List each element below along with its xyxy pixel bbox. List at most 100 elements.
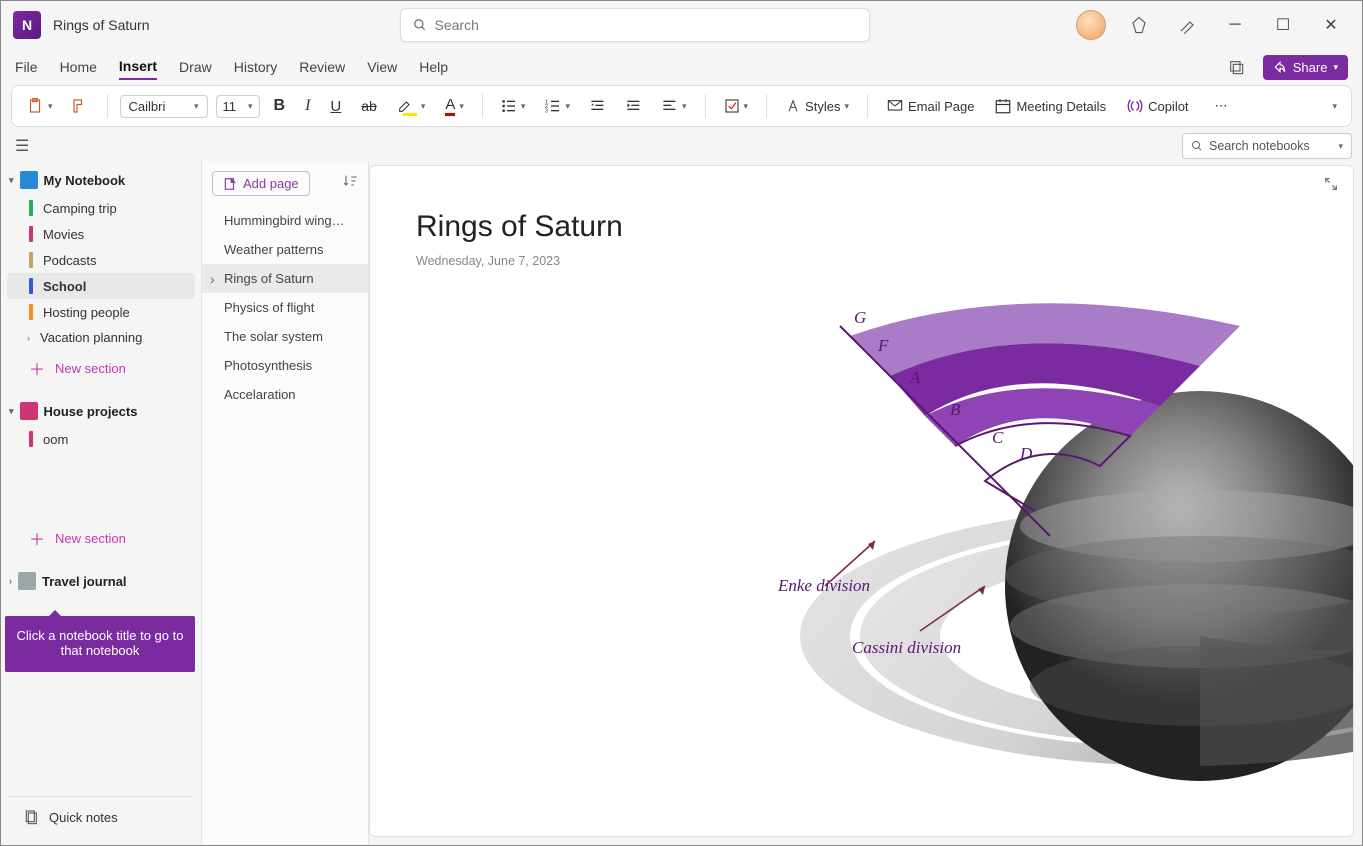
sort-pages-button[interactable] [342, 173, 358, 194]
saturn-illustration: G F A B C D Enke division Cassini divisi… [760, 286, 1354, 837]
numbering-button[interactable]: 123▾ [539, 94, 576, 118]
section-hosting-people[interactable]: Hosting people [1, 299, 201, 325]
menu-home[interactable]: Home [60, 55, 97, 79]
section-camping-trip[interactable]: Camping trip [1, 195, 201, 221]
font-color-button[interactable]: A▾ [439, 92, 470, 120]
page-date: Wednesday, June 7, 2023 [370, 248, 1353, 268]
fullscreen-icon[interactable] [1323, 176, 1339, 197]
notebook-name: House projects [44, 404, 138, 419]
ribbon-toolbar: ▾ Cailbri▾ 11▾ B I U ab ▾ A▾ ▾ 123▾ ▾ ▾ … [11, 85, 1352, 127]
font-select[interactable]: Cailbri▾ [120, 95, 208, 118]
minimize-button[interactable]: ─ [1220, 10, 1250, 40]
font-size-select[interactable]: 11▾ [216, 95, 260, 118]
menu-draw[interactable]: Draw [179, 55, 212, 79]
underline-button[interactable]: U [324, 94, 347, 119]
styles-button[interactable]: Styles▾ [779, 94, 855, 118]
section-truncated[interactable]: oom [1, 426, 201, 452]
menu-help[interactable]: Help [419, 55, 448, 79]
search-placeholder: Search [435, 17, 479, 33]
ring-label-g: G [854, 308, 866, 328]
title-bar: N Rings of Saturn Search ─ ☐ ✕ [1, 1, 1362, 49]
copilot-button[interactable]: Copilot [1120, 93, 1194, 119]
page-item[interactable]: The solar system [202, 322, 368, 351]
paste-button[interactable]: ▾ [20, 92, 59, 120]
search-box[interactable]: Search [400, 8, 870, 42]
notebook-header-my-notebook[interactable]: ▾ My Notebook [1, 161, 201, 195]
notebook-search-box[interactable]: Search notebooks ▾ [1182, 133, 1352, 159]
bold-button[interactable]: B [268, 93, 292, 119]
new-section-button[interactable]: ＋New section [1, 350, 201, 386]
more-options-button[interactable]: ⋯ [1209, 94, 1234, 118]
menu-history[interactable]: History [234, 55, 278, 79]
outdent-button[interactable] [584, 94, 612, 118]
menu-review[interactable]: Review [299, 55, 345, 79]
page-item[interactable]: Hummingbird wing… [202, 206, 368, 235]
onenote-app-icon: N [13, 11, 41, 39]
italic-button[interactable]: I [299, 93, 316, 119]
email-page-button[interactable]: Email Page [880, 94, 980, 118]
ring-label-b: B [950, 400, 960, 420]
share-label: Share [1293, 60, 1328, 75]
maximize-button[interactable]: ☐ [1268, 10, 1298, 40]
section-vacation-planning[interactable]: ›Vacation planning [1, 325, 201, 350]
ring-label-d: D [1020, 444, 1032, 464]
page-canvas[interactable]: Rings of Saturn Wednesday, June 7, 2023 [369, 165, 1354, 837]
share-button[interactable]: Share ▾ [1263, 55, 1348, 80]
notebook-icon [18, 572, 36, 590]
annotation-cassini: Cassini division [852, 638, 961, 658]
new-section-button-2[interactable]: ＋New section [1, 520, 201, 556]
align-button[interactable]: ▾ [656, 94, 693, 118]
sort-icon [342, 173, 358, 189]
sub-toolbar: ☰ Search notebooks ▾ [1, 131, 1362, 161]
section-movies[interactable]: Movies [1, 221, 201, 247]
open-in-new-window-icon[interactable] [1221, 52, 1251, 82]
menu-view[interactable]: View [367, 55, 397, 79]
indent-button[interactable] [620, 94, 648, 118]
strikethrough-button[interactable]: ab [355, 94, 383, 118]
main-layout: ▾ My Notebook Camping trip Movies Podcas… [1, 161, 1362, 845]
page-item[interactable]: Weather patterns [202, 235, 368, 264]
notebook-name: My Notebook [44, 173, 126, 188]
annotation-enke: Enke division [778, 576, 870, 596]
page-title[interactable]: Rings of Saturn [370, 166, 1353, 248]
notebook-sidebar: ▾ My Notebook Camping trip Movies Podcas… [1, 161, 201, 845]
notebook-header-house-projects[interactable]: ▾ House projects [1, 392, 201, 426]
menu-insert[interactable]: Insert [119, 54, 157, 80]
draw-mode-icon[interactable] [1172, 10, 1202, 40]
search-icon [413, 18, 427, 32]
ribbon-expand-button[interactable]: ▾ [1326, 97, 1343, 116]
chevron-right-icon: › [9, 576, 12, 586]
premium-icon[interactable] [1124, 10, 1154, 40]
user-avatar[interactable] [1076, 10, 1106, 40]
page-item[interactable]: Photosynthesis [202, 351, 368, 380]
tutorial-callout: Click a notebook title to go to that not… [5, 616, 195, 672]
section-podcasts[interactable]: Podcasts [1, 247, 201, 273]
page-item[interactable]: Accelaration [202, 380, 368, 409]
meeting-details-button[interactable]: Meeting Details [988, 93, 1112, 119]
todo-tag-button[interactable]: ▾ [718, 94, 755, 118]
window-title: Rings of Saturn [53, 17, 150, 33]
page-list-panel: Add page Hummingbird wing… Weather patte… [201, 161, 369, 845]
chevron-down-icon: ▾ [9, 175, 14, 186]
quick-notes-button[interactable]: Quick notes [9, 796, 193, 837]
menu-file[interactable]: File [15, 55, 38, 79]
add-page-button[interactable]: Add page [212, 171, 310, 196]
notebook-name: Travel journal [42, 574, 127, 589]
ring-label-a: A [910, 368, 920, 388]
share-icon [1273, 60, 1287, 74]
callout-text: Click a notebook title to go to that not… [17, 628, 184, 658]
quick-notes-label: Quick notes [49, 810, 118, 825]
format-painter-button[interactable] [65, 93, 95, 119]
close-button[interactable]: ✕ [1316, 10, 1346, 40]
notebook-header-travel-journal[interactable]: › Travel journal [1, 562, 201, 596]
ring-label-c: C [992, 428, 1003, 448]
chevron-down-icon: ▾ [9, 406, 14, 417]
page-item[interactable]: Physics of flight [202, 293, 368, 322]
highlight-button[interactable]: ▾ [391, 93, 432, 120]
bullets-button[interactable]: ▾ [495, 94, 532, 118]
add-page-label: Add page [243, 176, 299, 191]
nav-toggle-icon[interactable]: ☰ [11, 132, 33, 160]
page-item-selected[interactable]: Rings of Saturn [202, 264, 368, 293]
section-school[interactable]: School [7, 273, 195, 299]
notebook-icon [20, 171, 38, 189]
